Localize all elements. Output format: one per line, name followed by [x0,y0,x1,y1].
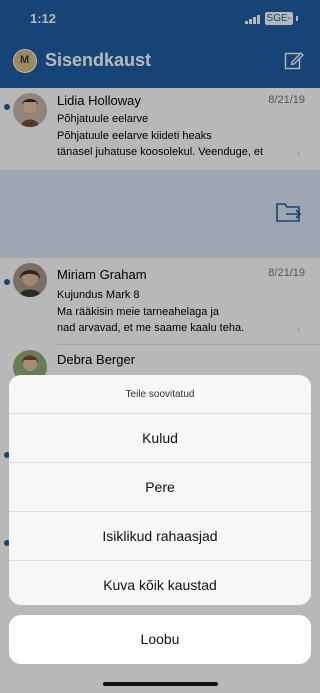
cancel-button[interactable]: Loobu [9,615,311,664]
show-all-folders-button[interactable]: Kuva kõik kaustad [9,561,311,605]
home-indicator[interactable] [103,682,218,686]
folder-action-sheet: Teile soovitatud Kulud Pere Isiklikud ra… [9,375,311,605]
folder-option-personal-finance[interactable]: Isiklikud rahaasjad [9,512,311,561]
folder-option-expenses[interactable]: Kulud [9,414,311,463]
sheet-title: Teile soovitatud [9,375,311,414]
folder-option-family[interactable]: Pere [9,463,311,512]
